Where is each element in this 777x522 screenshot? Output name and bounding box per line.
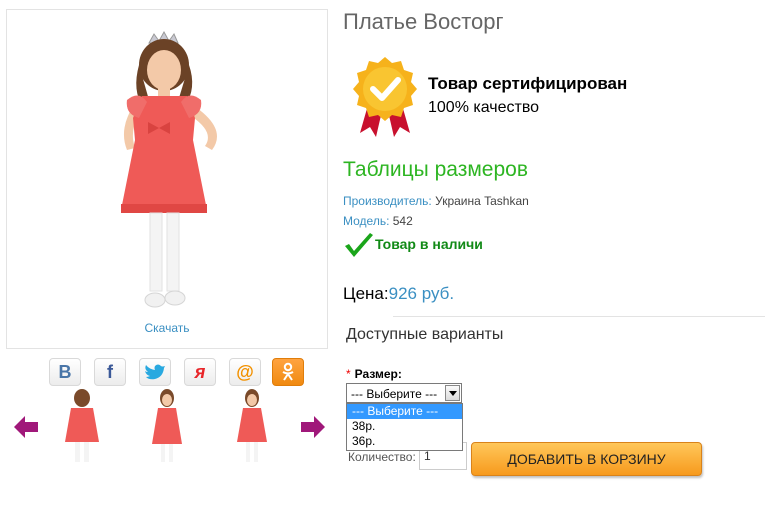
product-photo[interactable] — [7, 10, 327, 320]
vk-icon: B — [58, 361, 72, 382]
quantity-label: Количество: — [348, 450, 416, 464]
odnoklassniki-alt-share-button[interactable]: я — [184, 358, 216, 386]
certificate-subtitle: 100% качество — [428, 99, 540, 116]
model-key: Модель: — [343, 214, 390, 228]
thumbnail-3[interactable] — [225, 386, 279, 464]
size-select-value: --- Выберите --- — [351, 387, 438, 401]
ok-icon — [282, 362, 294, 381]
product-image-frame[interactable]: Скачать — [6, 9, 328, 349]
twitter-icon — [145, 364, 165, 380]
add-to-cart-button[interactable]: ДОБАВИТЬ В КОРЗИНУ — [471, 442, 702, 476]
size-select[interactable]: --- Выберите --- — [346, 383, 462, 403]
add-to-cart-label: ДОБАВИТЬ В КОРЗИНУ — [507, 451, 666, 467]
divider — [393, 316, 765, 317]
certificate-badge-icon — [353, 57, 417, 137]
size-option[interactable]: 38р. — [347, 419, 462, 434]
required-mark: * — [346, 367, 351, 381]
checkmark-icon — [345, 233, 373, 257]
variants-heading: Доступные варианты — [346, 326, 504, 343]
product-title: Платье Восторг — [343, 9, 504, 34]
certificate-title: Товар сертифицирован — [428, 74, 628, 93]
size-label: * Размер: — [346, 367, 402, 381]
mail-share-button[interactable]: @ — [229, 358, 261, 386]
size-option[interactable]: 36р. — [347, 434, 462, 449]
thumbnail-2[interactable] — [140, 386, 194, 464]
thumbs-prev-arrow-icon[interactable] — [13, 414, 39, 440]
size-option[interactable]: --- Выберите --- — [347, 404, 462, 419]
size-dropdown-list[interactable]: --- Выберите --- 38р. 36р. — [346, 403, 463, 451]
price-value: 926 руб. — [388, 284, 455, 303]
vk-share-button[interactable]: B — [49, 358, 81, 386]
twitter-share-button[interactable] — [139, 358, 171, 386]
chevron-down-icon[interactable] — [445, 385, 460, 401]
price: Цена:926 руб. — [343, 284, 454, 304]
thumbs-next-arrow-icon[interactable] — [300, 414, 326, 440]
manufacturer-value: Украина Tashkan — [435, 194, 529, 208]
stock-status: Товар в наличи — [375, 236, 483, 252]
size-label-text: Размер: — [354, 367, 402, 381]
mail-icon: @ — [236, 361, 254, 382]
download-link[interactable]: Скачать — [7, 321, 327, 335]
manufacturer-key[interactable]: Производитель: — [343, 194, 432, 208]
price-label: Цена: — [343, 284, 389, 303]
model-row: Модель: 542 — [343, 214, 413, 228]
odnoklassniki-alt-icon: я — [194, 361, 206, 382]
facebook-icon: f — [107, 361, 113, 382]
thumbnail-1[interactable] — [55, 386, 109, 464]
ok-share-button[interactable] — [272, 358, 304, 386]
manufacturer-row: Производитель: Украина Tashkan — [343, 194, 529, 208]
facebook-share-button[interactable]: f — [94, 358, 126, 386]
size-table-link[interactable]: Таблицы размеров — [343, 158, 528, 182]
model-value: 542 — [392, 214, 413, 228]
